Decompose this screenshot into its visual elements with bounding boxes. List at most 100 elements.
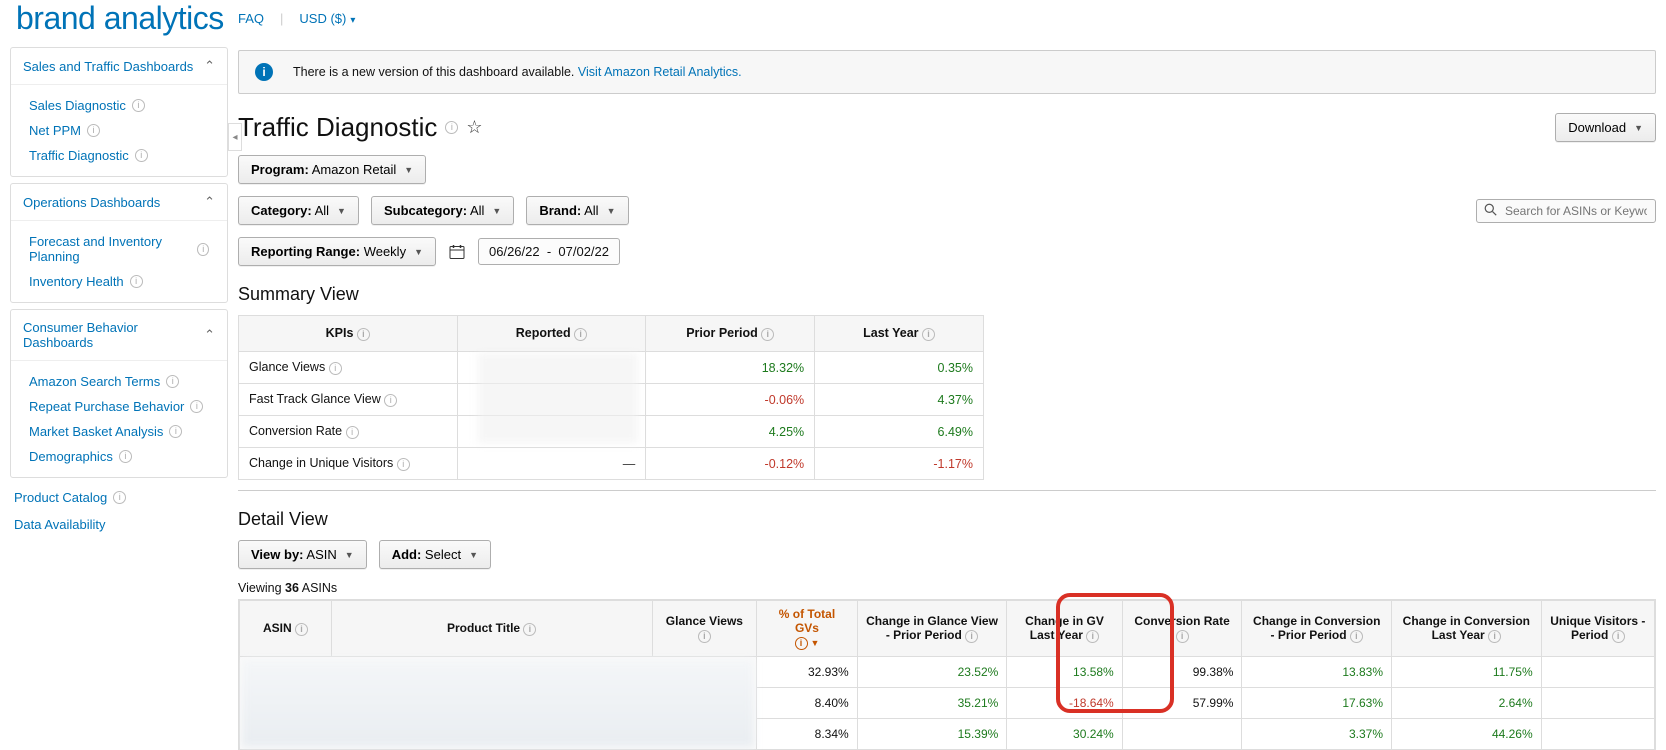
info-icon: i — [255, 63, 273, 81]
reporting-range-filter[interactable]: Reporting Range: Weekly ▼ — [238, 237, 436, 266]
info-icon: i — [169, 425, 182, 438]
info-icon: i — [397, 458, 410, 471]
col-glance-views[interactable]: Glance Views i — [652, 601, 757, 657]
chevron-down-icon: ▼ — [345, 550, 354, 560]
sidebar-item-repeat-purchase[interactable]: Repeat Purchase Behaviori — [11, 394, 227, 419]
sidebar-section-sales-traffic[interactable]: Sales and Traffic Dashboards ⌃ — [11, 48, 227, 84]
info-icon: i — [1350, 630, 1363, 643]
col-product-title[interactable]: Product Title i — [331, 601, 652, 657]
sidebar-section-operations[interactable]: Operations Dashboards ⌃ — [11, 184, 227, 220]
sidebar-section-title: Consumer Behavior Dashboards — [23, 320, 204, 350]
sidebar: Sales and Traffic Dashboards ⌃ Sales Dia… — [0, 47, 238, 538]
detail-table: ASIN i Product Title i Glance Views i % … — [239, 600, 1655, 750]
info-icon: i — [113, 491, 126, 504]
table-row: Change in Unique Visitors i — -0.12% -1.… — [239, 448, 984, 480]
info-icon: i — [132, 99, 145, 112]
subcategory-filter[interactable]: Subcategory: All ▼ — [371, 196, 514, 225]
sidebar-item-net-ppm[interactable]: Net PPMi — [11, 118, 227, 143]
sidebar-item-sales-diagnostic[interactable]: Sales Diagnostici — [11, 93, 227, 118]
sidebar-item-data-availability[interactable]: Data Availability — [10, 511, 228, 538]
banner-text: There is a new version of this dashboard… — [293, 65, 574, 79]
info-icon: i — [523, 623, 536, 636]
brand-filter[interactable]: Brand: All ▼ — [526, 196, 628, 225]
chevron-down-icon: ▼ — [1634, 123, 1643, 133]
detail-heading: Detail View — [238, 509, 1656, 530]
info-icon: i — [295, 623, 308, 636]
chevron-up-icon: ⌃ — [204, 327, 215, 343]
info-banner: i There is a new version of this dashboa… — [238, 50, 1656, 94]
sidebar-item-traffic-diagnostic[interactable]: Traffic Diagnostici — [11, 143, 227, 168]
sidebar-item-market-basket[interactable]: Market Basket Analysisi — [11, 419, 227, 444]
info-icon: i — [1488, 630, 1501, 643]
chevron-down-icon: ▼ — [607, 206, 616, 216]
viewby-filter[interactable]: View by: ASIN ▼ — [238, 540, 367, 569]
info-icon: i — [445, 121, 458, 134]
chevron-up-icon: ⌃ — [204, 194, 215, 210]
chevron-down-icon: ▼ — [469, 550, 478, 560]
chevron-down-icon: ▼ — [404, 165, 413, 175]
sidebar-section-consumer-behavior[interactable]: Consumer Behavior Dashboards ⌃ — [11, 310, 227, 360]
sidebar-item-amazon-search-terms[interactable]: Amazon Search Termsi — [11, 369, 227, 394]
col-change-conv-prior[interactable]: Change in Conversion - Prior Period i — [1242, 601, 1392, 657]
info-icon: i — [1612, 630, 1625, 643]
chevron-down-icon: ▼ — [492, 206, 501, 216]
redacted-area — [478, 353, 638, 443]
sidebar-item-demographics[interactable]: Demographicsi — [11, 444, 227, 469]
chevron-down-icon: ▼ — [337, 206, 346, 216]
info-icon: i — [346, 426, 359, 439]
sidebar-collapse-button[interactable]: ◂ — [228, 123, 242, 151]
info-icon: i — [761, 328, 774, 341]
category-filter[interactable]: Category: All ▼ — [238, 196, 359, 225]
info-icon: i — [87, 124, 100, 137]
sidebar-item-inventory-health[interactable]: Inventory Healthi — [11, 269, 227, 294]
info-icon: i — [795, 637, 808, 650]
add-filter[interactable]: Add: Select ▼ — [379, 540, 491, 569]
chevron-down-icon: ▼ — [414, 247, 423, 257]
col-conversion-rate[interactable]: Conversion Rate i — [1122, 601, 1242, 657]
info-icon: i — [698, 630, 711, 643]
search-input[interactable] — [1476, 199, 1656, 223]
sort-desc-icon: ▼ — [811, 638, 820, 648]
download-button[interactable]: Download ▼ — [1555, 113, 1656, 142]
col-change-gv-last-year[interactable]: Change in GV Last Year i — [1007, 601, 1122, 657]
page-title: Traffic Diagnostic — [238, 112, 437, 143]
banner-link[interactable]: Visit Amazon Retail Analytics. — [578, 65, 742, 79]
info-icon: i — [329, 362, 342, 375]
info-icon: i — [574, 328, 587, 341]
info-icon: i — [130, 275, 143, 288]
info-icon: i — [384, 394, 397, 407]
col-change-conv-last-year[interactable]: Change in Conversion Last Year i — [1392, 601, 1542, 657]
sidebar-section-title: Sales and Traffic Dashboards — [23, 59, 193, 74]
sidebar-section-title: Operations Dashboards — [23, 195, 160, 210]
favorite-star-icon[interactable]: ☆ — [466, 117, 482, 138]
currency-selector[interactable]: USD ($)▾ — [299, 11, 355, 26]
viewing-count: Viewing 36 ASINs — [238, 581, 1656, 595]
col-unique-visitors[interactable]: Unique Visitors - Period i — [1541, 601, 1654, 657]
info-icon: i — [357, 328, 370, 341]
search-icon — [1484, 203, 1497, 219]
col-pct-total-gvs[interactable]: % of Total GVsi▼ — [757, 601, 857, 657]
main-content: ◂ FAQ | USD ($)▾ i There is a new versio… — [238, 47, 1666, 750]
col-asin[interactable]: ASIN i — [240, 601, 332, 657]
program-filter[interactable]: Program: Amazon Retail ▼ — [238, 155, 426, 184]
brand-logo: brand analytics — [10, 0, 224, 47]
date-range-picker[interactable]: 06/26/22 - 07/02/22 — [478, 238, 620, 265]
info-icon: i — [922, 328, 935, 341]
info-icon: i — [1176, 630, 1189, 643]
info-icon: i — [965, 630, 978, 643]
info-icon: i — [1086, 630, 1099, 643]
calendar-icon[interactable] — [448, 243, 466, 261]
col-change-gv-prior[interactable]: Change in Glance View - Prior Period i — [857, 601, 1007, 657]
info-icon: i — [197, 243, 209, 256]
sidebar-item-forecast-inventory[interactable]: Forecast and Inventory Planningi — [11, 229, 227, 269]
info-icon: i — [190, 400, 203, 413]
sidebar-item-product-catalog[interactable]: Product Catalogi — [10, 484, 228, 511]
table-row: 32.93% 23.52% 13.58% 99.38% 13.83% 11.75… — [240, 657, 1655, 688]
info-icon: i — [135, 149, 148, 162]
chevron-up-icon: ⌃ — [204, 58, 215, 74]
summary-heading: Summary View — [238, 284, 1656, 305]
info-icon: i — [166, 375, 179, 388]
redacted-area — [242, 659, 754, 747]
faq-link[interactable]: FAQ — [238, 11, 264, 26]
chevron-down-icon: ▾ — [350, 15, 355, 26]
